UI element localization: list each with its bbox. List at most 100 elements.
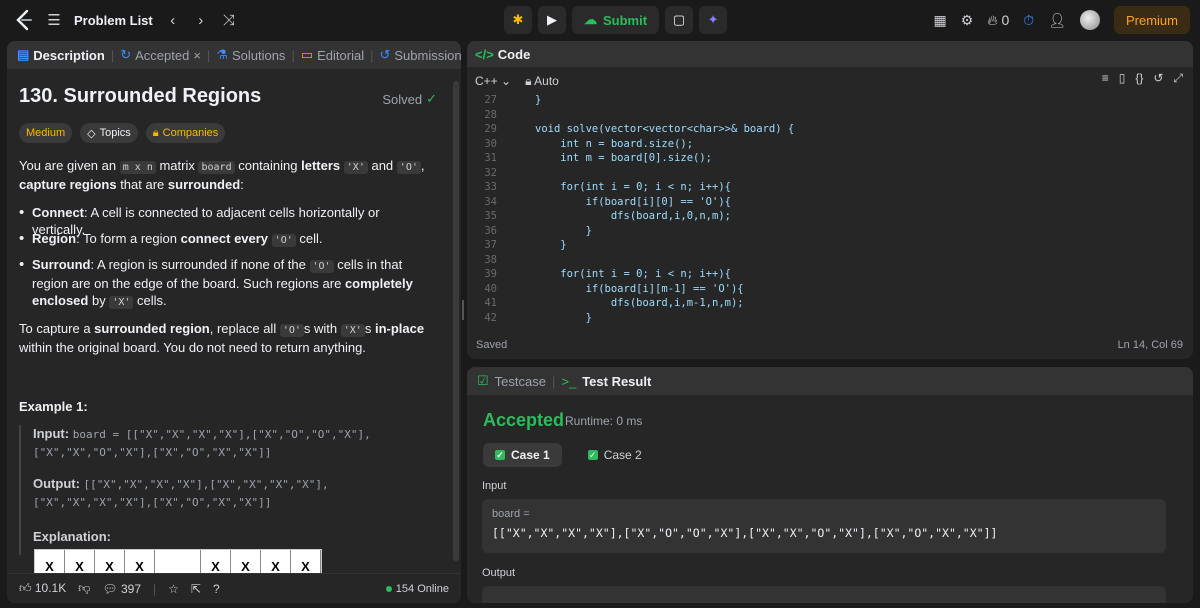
- tab-testcase[interactable]: Testcase: [495, 374, 546, 389]
- tab-test-result[interactable]: Test Result: [582, 374, 651, 389]
- lock-icon: 🔒︎: [152, 126, 159, 139]
- line-number: 32: [484, 166, 497, 179]
- check-icon: ✓: [495, 450, 505, 460]
- language-select[interactable]: C++ ⌄: [475, 74, 511, 88]
- code-line: 29 void solve(vector<vector<char>>& board…: [467, 122, 1193, 137]
- tab-editorial-label: Editorial: [317, 47, 365, 63]
- comments-button[interactable]: 💬︎ 397: [102, 582, 141, 596]
- input-value: board = [["X","X","X","X"],["X","O","O",…: [33, 428, 371, 459]
- runtime: Runtime: 0 ms: [565, 414, 643, 428]
- code-line: 42 }: [467, 311, 1193, 326]
- streak-counter[interactable]: 🔥︎ 0: [987, 12, 1009, 29]
- inline-code: 'O': [396, 161, 421, 174]
- explanation-label: Explanation:: [33, 529, 112, 544]
- text: cells.: [137, 293, 167, 308]
- inline-code: 'X': [343, 161, 368, 174]
- tab-divider: |: [206, 47, 211, 63]
- tab-editorial[interactable]: ▭ Editorial: [301, 47, 364, 63]
- code-editor[interactable]: 27} 28 29 void solve(vector<vector<char>>& …: [467, 93, 1193, 325]
- bullet-region: Region: To form a region connect every '…: [19, 230, 429, 249]
- description-panel: ▤ Description | ↻ Accepted × | ⚗ Solutio…: [7, 41, 461, 603]
- ai-assist-button[interactable]: ✦: [699, 6, 728, 34]
- gear-icon[interactable]: ⚙: [961, 12, 974, 29]
- like-button[interactable]: 👍︎ 10.1K: [19, 581, 66, 596]
- tab-solutions[interactable]: ⚗ Solutions: [216, 47, 285, 63]
- autocomplete-toggle[interactable]: 🔒︎ Auto: [525, 74, 559, 89]
- tab-submissions[interactable]: ↺ Submissions: [379, 47, 461, 63]
- case-2-tab[interactable]: ✓ Case 2: [576, 443, 654, 467]
- star-icon[interactable]: ☆: [168, 582, 179, 596]
- shuffle-icon[interactable]: ⤨: [221, 12, 237, 29]
- history-icon: ↺: [379, 47, 391, 62]
- text: by: [91, 293, 106, 308]
- line-number: 31: [484, 152, 497, 164]
- text: You are given an: [19, 158, 117, 173]
- add-friend-icon[interactable]: 👤︎: [1048, 12, 1066, 29]
- avatar[interactable]: [1079, 10, 1100, 30]
- layout-icon[interactable]: ▦: [934, 12, 947, 29]
- share-icon[interactable]: ⇱: [191, 582, 201, 596]
- premium-button[interactable]: Premium: [1113, 6, 1190, 34]
- debug-button[interactable]: ✱: [504, 6, 532, 34]
- code-line: 27}: [467, 93, 1193, 108]
- close-icon[interactable]: ×: [193, 48, 201, 63]
- line-number: 30: [484, 137, 497, 150]
- problem-title: 130. Surrounded Regions: [19, 85, 262, 107]
- companies-label: Companies: [162, 127, 219, 139]
- submit-label: Submit: [603, 12, 648, 28]
- line-number: 41: [484, 297, 497, 309]
- case-2-label: Case 2: [603, 448, 642, 462]
- inline-code: m x n: [119, 161, 156, 174]
- top-right-group: ▦ ⚙ 🔥︎ 0 ⏱ 👤︎ Premium: [934, 6, 1190, 34]
- help-icon[interactable]: ?: [213, 582, 220, 596]
- bold-text: letters: [301, 158, 341, 173]
- line-number: 42: [484, 311, 497, 324]
- reset-icon[interactable]: ↺: [1153, 71, 1163, 86]
- tab-accepted-label: Accepted: [135, 47, 190, 63]
- format-icon[interactable]: ≡: [1102, 71, 1109, 86]
- bold-text: Surround: [32, 257, 91, 272]
- line-number: 27: [484, 94, 497, 106]
- text: To capture a: [19, 321, 91, 336]
- line-number: 36: [484, 224, 497, 237]
- leetcode-logo-icon[interactable]: [14, 9, 34, 31]
- code-line: 35 dfs(board,i,0,n,m);: [467, 209, 1193, 224]
- description-tabs: ▤ Description | ↻ Accepted × | ⚗ Solutio…: [7, 41, 461, 69]
- inline-code: 'O': [279, 324, 304, 337]
- run-button[interactable]: ▶: [538, 6, 566, 34]
- chevron-right-icon[interactable]: ›: [193, 12, 209, 29]
- case-1-tab[interactable]: ✓ Case 1: [483, 443, 562, 467]
- bookmark-icon[interactable]: ▯: [1119, 71, 1126, 86]
- fullscreen-icon[interactable]: ⤢: [1173, 71, 1183, 86]
- bold-text: Region: [32, 231, 77, 246]
- companies-chip[interactable]: 🔒︎ Companies: [145, 123, 226, 143]
- code-header-label: Code: [497, 46, 531, 62]
- tab-accepted[interactable]: ↻ Accepted ×: [120, 47, 201, 63]
- difficulty-badge[interactable]: Medium: [19, 123, 73, 143]
- panel-resize-handle[interactable]: [461, 300, 465, 320]
- tab-divider: |: [551, 373, 556, 389]
- description-scrollbar[interactable]: [453, 81, 459, 561]
- line-code: for(int i = 0; i < n; i++){: [535, 268, 731, 280]
- timer-icon[interactable]: ⏱: [1023, 12, 1034, 29]
- description-footer: 👍︎ 10.1K 👎︎ 💬︎ 397 | ☆ ⇱ ? 154 Online: [7, 573, 461, 603]
- input-value: [["X","X","X","X"],["X","O","O","X"],["X…: [492, 526, 998, 540]
- list-icon[interactable]: ☰: [46, 11, 62, 29]
- spinner-icon: ↻: [120, 47, 132, 62]
- chevron-left-icon[interactable]: ‹: [165, 12, 181, 29]
- notes-button[interactable]: ▢: [665, 6, 694, 34]
- grid-cell: X: [95, 550, 125, 574]
- tab-description[interactable]: ▤ Description: [17, 47, 105, 63]
- cloud-upload-icon: ☁: [584, 12, 597, 27]
- grid-cell: X: [231, 550, 261, 574]
- tab-divider: |: [370, 47, 374, 63]
- example-input: Input: board = [["X","X","X","X"],["X","…: [33, 425, 439, 461]
- braces-icon[interactable]: {}: [1135, 71, 1143, 86]
- topics-chip[interactable]: ◇ Topics: [80, 123, 138, 143]
- code-line: 34 if(board[i][0] == 'O'){: [467, 195, 1193, 210]
- submit-button[interactable]: ☁ Submit: [572, 6, 660, 34]
- dislike-icon[interactable]: 👎︎: [78, 581, 90, 596]
- problem-list-link[interactable]: Problem List: [74, 13, 153, 28]
- auto-label: Auto: [534, 73, 559, 88]
